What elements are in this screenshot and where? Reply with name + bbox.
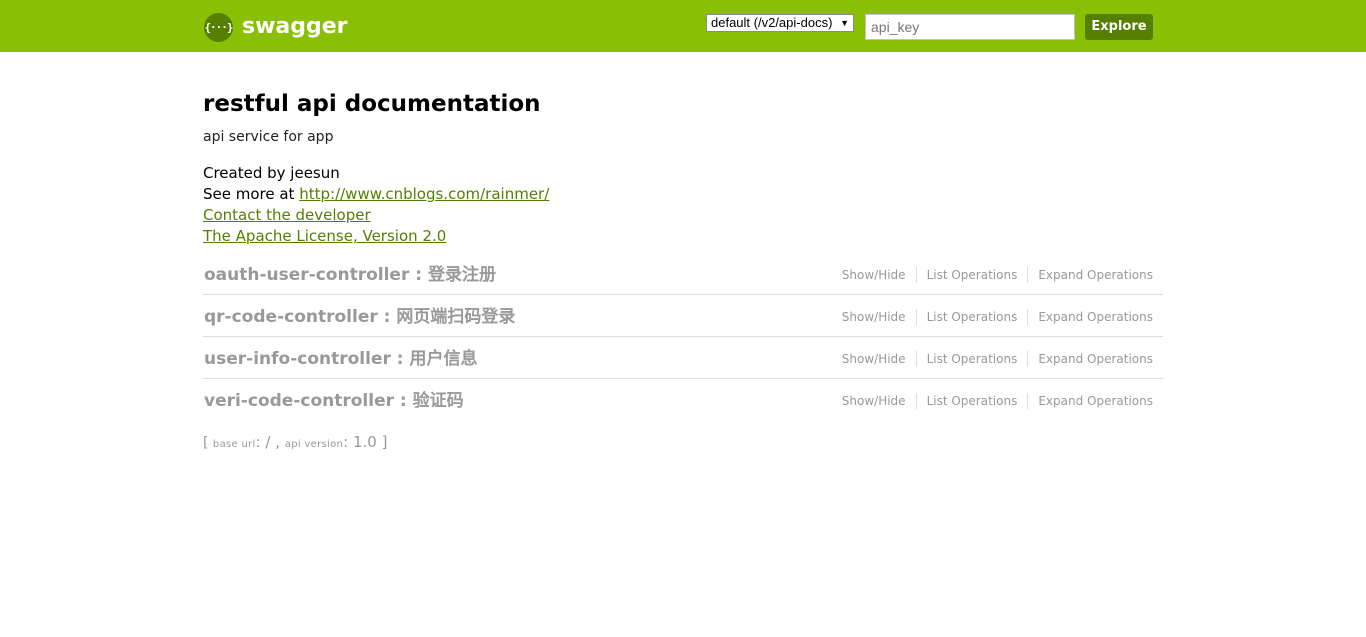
expand-operations-link[interactable]: Expand Operations [1028,267,1153,283]
base-url-footer: [ base url: / , api version: 1.0 ] [203,433,387,451]
api-spec-select[interactable]: default (/v2/api-docs) ▼ [706,14,854,32]
show-hide-link[interactable]: Show/Hide [832,351,917,367]
list-operations-link[interactable]: List Operations [917,393,1029,409]
explore-button[interactable]: Explore [1085,14,1153,40]
swagger-logo[interactable]: {···} swagger [204,12,348,42]
resource-name-link[interactable]: user-info-controller : 用户信息 [204,344,478,369]
show-hide-link[interactable]: Show/Hide [832,267,917,283]
show-hide-link[interactable]: Show/Hide [832,393,917,409]
api-info: restful api documentation api service fo… [203,86,1163,247]
show-hide-link[interactable]: Show/Hide [832,309,917,325]
resource-item: qr-code-controller : 网页端扫码登录 Show/Hide L… [203,295,1163,337]
api-description: api service for app [203,129,334,145]
top-bar: {···} swagger default (/v2/api-docs) ▼ E… [0,0,1366,52]
api-version-value: : 1.0 ] [343,433,388,451]
api-spec-select-value: default (/v2/api-docs) [711,15,833,30]
license-link[interactable]: The Apache License, Version 2.0 [203,227,446,245]
resource-list: oauth-user-controller : 登录注册 Show/Hide L… [203,253,1163,420]
resource-item: user-info-controller : 用户信息 Show/Hide Li… [203,337,1163,379]
contact-developer-link[interactable]: Contact the developer [203,206,371,224]
api-key-input[interactable] [865,14,1075,40]
page-title: restful api documentation [203,91,541,117]
see-more-link[interactable]: http://www.cnblogs.com/rainmer/ [299,185,549,203]
see-more-line: See more at http://www.cnblogs.com/rainm… [203,184,1163,205]
logo-text: swagger [242,14,348,39]
see-more-prefix: See more at [203,185,300,203]
expand-operations-link[interactable]: Expand Operations [1028,309,1153,325]
expand-operations-link[interactable]: Expand Operations [1028,393,1153,409]
dropdown-arrow-icon: ▼ [840,18,849,28]
created-by-text: Created by jeesun [203,164,340,182]
resource-name-link[interactable]: oauth-user-controller : 登录注册 [204,260,496,285]
resource-name-link[interactable]: qr-code-controller : 网页端扫码登录 [204,302,515,327]
resource-item: veri-code-controller : 验证码 Show/Hide Lis… [203,379,1163,420]
list-operations-link[interactable]: List Operations [917,267,1029,283]
resource-item: oauth-user-controller : 登录注册 Show/Hide L… [203,253,1163,295]
resource-name-link[interactable]: veri-code-controller : 验证码 [204,386,464,411]
expand-operations-link[interactable]: Expand Operations [1028,351,1153,367]
base-url-label: base url [212,439,256,450]
swagger-icon: {···} [204,12,234,42]
footer-open-bracket: [ [203,435,213,451]
list-operations-link[interactable]: List Operations [917,309,1029,325]
api-version-label: api version [284,439,344,450]
base-url-value: : / , [255,433,285,451]
list-operations-link[interactable]: List Operations [917,351,1029,367]
